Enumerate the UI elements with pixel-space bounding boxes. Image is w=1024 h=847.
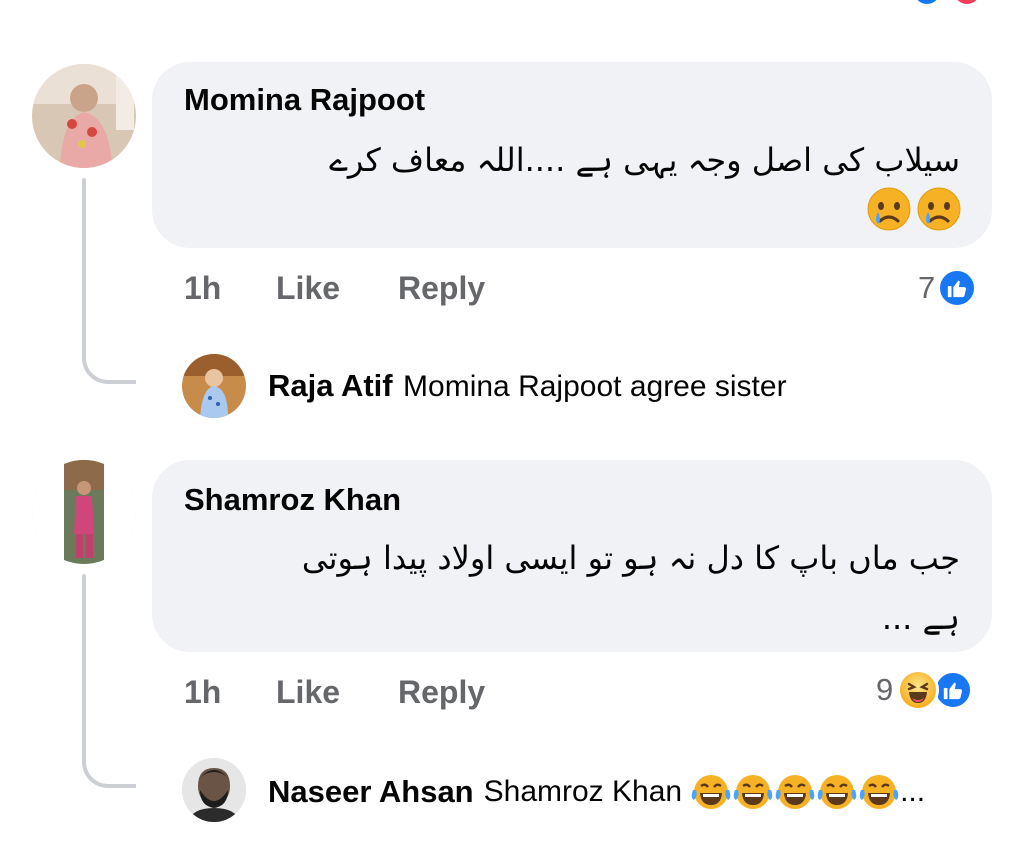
- avatar[interactable]: [182, 354, 246, 418]
- comment-bubble[interactable]: Shamroz Khan جب ماں باپ کا دل نہ ہو تو ا…: [152, 460, 992, 652]
- comment-time[interactable]: 1h: [184, 270, 221, 307]
- like-button[interactable]: Like: [276, 270, 340, 307]
- comment-text-line-2: ہے ...: [881, 599, 960, 637]
- laughing-crying-face-icon: [691, 775, 731, 809]
- reaction-count: 7: [918, 270, 936, 305]
- comment-text: سیلاب کی اصل وجہ یہی ہے ....اللہ معاف کر…: [329, 141, 960, 179]
- previous-reply-button-partial[interactable]: [352, 0, 472, 6]
- reply: Raja Atif Momina Rajpoot agree sister: [268, 368, 787, 404]
- reply-button[interactable]: Reply: [398, 674, 485, 711]
- avatar[interactable]: [32, 460, 136, 564]
- crying-face-icon: [917, 187, 961, 231]
- comment-text-line-1: جب ماں باپ کا دل نہ ہو تو ایسی اولاد پید…: [301, 539, 960, 577]
- laughing-crying-face-icon: [733, 775, 773, 809]
- like-icon: [937, 268, 978, 308]
- haha-icon: [897, 669, 940, 711]
- reply: Naseer Ahsan Shamroz Khan ...: [268, 772, 925, 812]
- reply-text: Shamroz Khan: [483, 775, 683, 808]
- crying-face-icon: [867, 187, 911, 231]
- comment-bubble[interactable]: Momina Rajpoot سیلاب کی اصل وجہ یہی ہے .…: [152, 62, 992, 248]
- comment-time[interactable]: 1h: [184, 674, 221, 711]
- thread-connector: [82, 744, 136, 788]
- comment-author[interactable]: Shamroz Khan: [184, 482, 401, 518]
- thread-connector: [82, 340, 136, 384]
- reply-author[interactable]: Raja Atif: [268, 368, 393, 403]
- reply-text: Momina Rajpoot agree sister: [403, 370, 787, 403]
- comment-author[interactable]: Momina Rajpoot: [184, 82, 425, 118]
- reply-emoji-row: [690, 772, 900, 812]
- laughing-crying-face-icon: [775, 775, 815, 809]
- previous-reactions-partial: [914, 0, 984, 6]
- like-icon: [933, 670, 974, 710]
- like-button[interactable]: Like: [276, 674, 340, 711]
- thread-line: [82, 574, 86, 764]
- comment-emoji-row: [866, 186, 962, 232]
- avatar[interactable]: [32, 64, 136, 168]
- reply-button[interactable]: Reply: [398, 270, 485, 307]
- reactions-summary[interactable]: 9: [876, 668, 974, 712]
- reaction-count: 9: [876, 672, 894, 707]
- thread-line: [82, 178, 86, 358]
- avatar[interactable]: [182, 758, 246, 822]
- laughing-crying-face-icon: [859, 775, 899, 809]
- reply-truncation-ellipsis[interactable]: ...: [900, 775, 925, 809]
- laughing-crying-face-icon: [817, 775, 857, 809]
- reactions-summary[interactable]: 7: [918, 266, 978, 310]
- reply-author[interactable]: Naseer Ahsan: [268, 774, 474, 810]
